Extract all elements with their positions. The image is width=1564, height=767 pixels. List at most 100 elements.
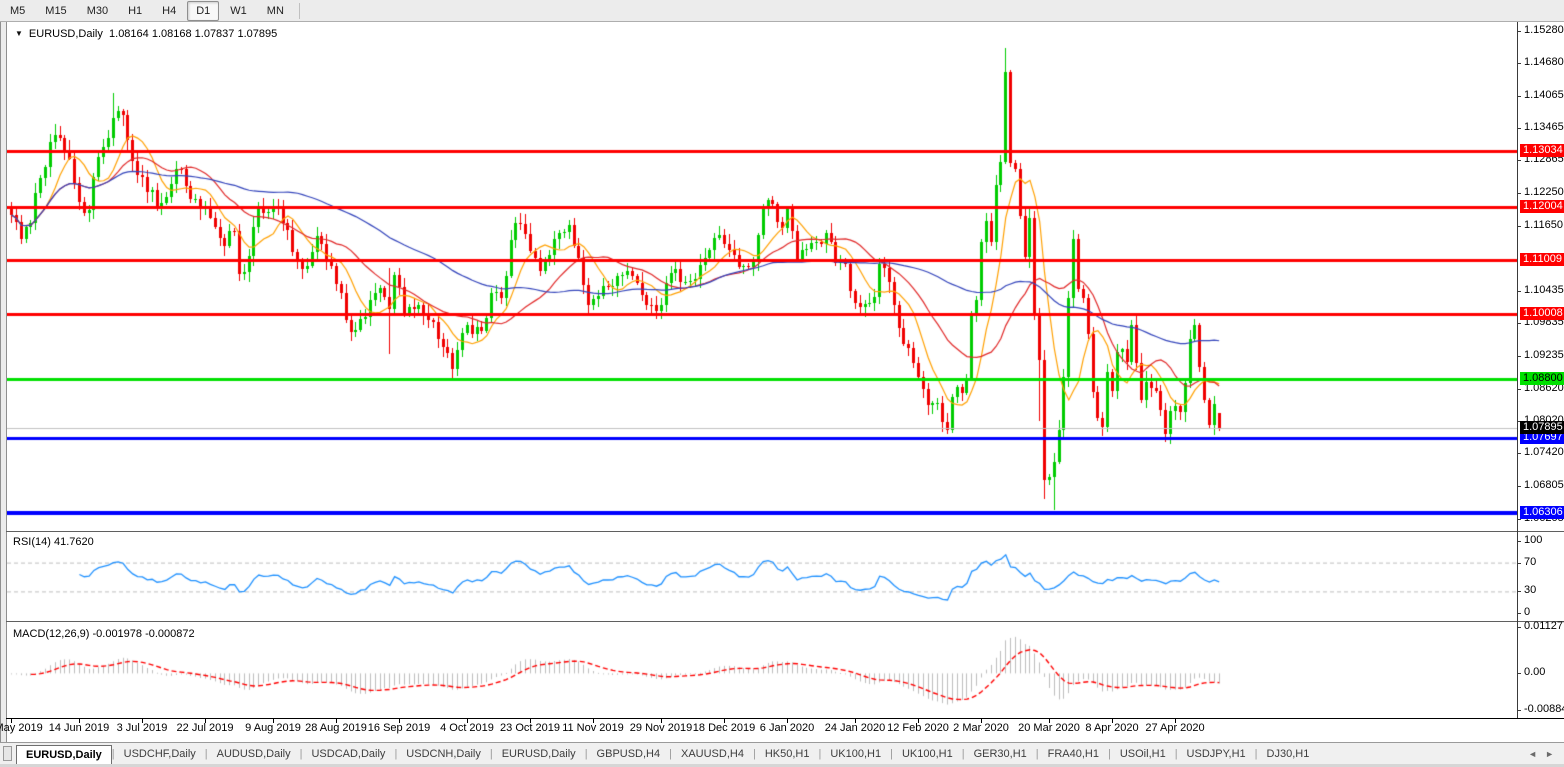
price-axis-label: 1.11650 [1524, 219, 1563, 231]
price-axis-label: 1.15280 [1524, 24, 1564, 36]
price-axis-label: 1.14065 [1524, 89, 1564, 101]
tab-uk100-h1[interactable]: UK100,H1 [893, 746, 962, 764]
price-line-badge: 1.11009 [1520, 253, 1564, 266]
date-axis-label: 23 Oct 2019 [500, 722, 560, 734]
macd-indicator-label: MACD(12,26,9) -0.001978 -0.000872 [13, 628, 195, 640]
pane-separator-main-rsi[interactable] [6, 531, 1564, 532]
price-axis-tick [1517, 356, 1521, 357]
chart-symbol-label: ▼ EURUSD,Daily 1.08164 1.08168 1.07837 1.… [15, 28, 277, 40]
tab-scroll-nav: ◄ ► [1528, 749, 1564, 764]
price-line-badge: 1.10008 [1520, 307, 1564, 320]
tab-xauusd-h4[interactable]: XAUUSD,H4 [672, 746, 753, 764]
rsi-axis-label: 0 [1524, 606, 1531, 618]
price-axis-tick [1517, 128, 1521, 129]
tab-eurusd-daily[interactable]: EURUSD,Daily [493, 746, 585, 764]
price-axis-tick [1517, 389, 1521, 390]
price-axis-scale[interactable]: 1.15280 1.14680 1.14065 1.13465 1.12865 1.122… [1517, 22, 1564, 718]
date-axis-label: 16 Sep 2019 [367, 722, 431, 734]
tab-usdjpy-h1[interactable]: USDJPY,H1 [1178, 746, 1255, 764]
date-axis-label: 24 Jan 2020 [824, 722, 886, 734]
timeframe-button-h4[interactable]: H4 [153, 1, 185, 21]
tab-audusd-daily[interactable]: AUDUSD,Daily [208, 746, 300, 764]
price-chart-canvas[interactable] [7, 22, 1517, 531]
date-axis-label: 11 Nov 2019 [562, 722, 624, 734]
price-axis-tick [1517, 160, 1521, 161]
tab-ger30-h1[interactable]: GER30,H1 [965, 746, 1036, 764]
timeframe-button-w1[interactable]: W1 [221, 1, 256, 21]
tab-usdchf-daily[interactable]: USDCHF,Daily [115, 746, 205, 764]
price-axis-tick [1517, 323, 1521, 324]
rsi-pane-canvas[interactable] [7, 533, 1517, 621]
tab-dj30-h1[interactable]: DJ30,H1 [1258, 746, 1319, 764]
macd-axis-label: 0.00 [1524, 666, 1546, 678]
date-axis-label: 29 Nov 2019 [629, 722, 693, 734]
toolbar-separator [298, 2, 300, 19]
rsi-name: RSI(14) [13, 536, 51, 548]
timeframe-button-m5[interactable]: M5 [1, 1, 34, 21]
macd-pane-canvas[interactable] [7, 623, 1517, 718]
tab-usoil-h1[interactable]: USOil,H1 [1111, 746, 1175, 764]
macd-axis-label: -0.008845 [1524, 703, 1564, 715]
tab-usdcnh-daily[interactable]: USDCNH,Daily [397, 746, 490, 764]
tab-fra40-h1[interactable]: FRA40,H1 [1039, 746, 1108, 764]
price-axis-tick [1517, 31, 1521, 32]
date-axis-label: 28 Aug 2019 [305, 722, 367, 734]
tab-scroll-left-icon[interactable]: ◄ [1528, 749, 1537, 759]
date-axis-label: 9 Aug 2019 [245, 722, 301, 734]
window-left-frame [0, 22, 7, 762]
macd-name: MACD(12,26,9) [13, 628, 90, 640]
timeframe-button-m30[interactable]: M30 [78, 1, 117, 21]
chart-tabs: EURUSD,Daily | USDCHF,Daily | AUDUSD,Daily | U… [16, 744, 1319, 765]
price-axis-label: 1.14680 [1524, 56, 1564, 68]
time-axis-line [6, 718, 1564, 719]
date-axis-label: 8 Apr 2020 [1085, 722, 1139, 734]
price-axis-tick [1517, 519, 1521, 520]
date-axis-label: 2 Mar 2020 [953, 722, 1009, 734]
timeframe-button-mn[interactable]: MN [258, 1, 293, 21]
price-axis-label: 1.12250 [1524, 186, 1564, 198]
rsi-axis-label: 30 [1524, 584, 1537, 596]
price-line-badge: 1.08800 [1520, 372, 1564, 385]
tab-gbpusd-h4[interactable]: GBPUSD,H4 [588, 746, 670, 764]
macd-axis-tick [1517, 673, 1521, 674]
symbol-ohlc-values: 1.08164 1.08168 1.07837 1.07895 [109, 28, 278, 40]
tab-usdcad-daily[interactable]: USDCAD,Daily [302, 746, 394, 764]
date-axis-label: 3 Jul 2019 [116, 722, 168, 734]
price-line-badge: 1.12004 [1520, 200, 1564, 213]
price-line-badge: 1.06306 [1520, 506, 1564, 519]
symbol-dropdown-icon[interactable]: ▼ [15, 29, 23, 38]
rsi-axis-tick [1517, 541, 1521, 542]
price-axis-label: 1.07420 [1524, 446, 1564, 458]
date-axis-label: 4 Oct 2019 [440, 722, 494, 734]
rsi-axis-label: 70 [1524, 556, 1537, 568]
timeframe-button-h1[interactable]: H1 [119, 1, 151, 21]
date-axis-label: 22 Jul 2019 [176, 722, 234, 734]
date-axis-label: 12 Feb 2020 [887, 722, 949, 734]
pane-separator-rsi-macd[interactable] [6, 621, 1564, 622]
tab-eurusd-daily[interactable]: EURUSD,Daily [16, 745, 112, 765]
price-axis-tick [1517, 193, 1521, 194]
rsi-axis-tick [1517, 563, 1521, 564]
date-axis-label: 20 Mar 2020 [1018, 722, 1080, 734]
price-axis-label: 1.09235 [1524, 349, 1564, 361]
price-axis-tick [1517, 453, 1521, 454]
date-axis-label: 27 Apr 2020 [1145, 722, 1205, 734]
rsi-axis-tick [1517, 613, 1521, 614]
rsi-indicator-label: RSI(14) 41.7620 [13, 536, 94, 548]
tab-scroll-right-icon[interactable]: ► [1545, 749, 1554, 759]
tab-hk50-h1[interactable]: HK50,H1 [756, 746, 819, 764]
timeframe-button-m15[interactable]: M15 [36, 1, 75, 21]
price-axis-tick [1517, 226, 1521, 227]
timeframe-toolbar: M5 M15 M30 H1 H4 D1 W1 MN [0, 0, 1564, 22]
rsi-axis-tick [1517, 591, 1521, 592]
price-axis-tick [1517, 291, 1521, 292]
tab-uk100-h1[interactable]: UK100,H1 [821, 746, 890, 764]
price-axis-tick [1517, 486, 1521, 487]
price-axis-label: 1.13465 [1524, 121, 1564, 133]
date-axis-label: 14 Jun 2019 [48, 722, 110, 734]
rsi-value: 41.7620 [53, 536, 94, 548]
tab-bar-splitter-handle[interactable] [3, 746, 12, 761]
timeframe-button-d1[interactable]: D1 [187, 0, 220, 21]
macd-axis-tick [1517, 710, 1521, 711]
price-axis-label: 1.06805 [1524, 479, 1564, 491]
